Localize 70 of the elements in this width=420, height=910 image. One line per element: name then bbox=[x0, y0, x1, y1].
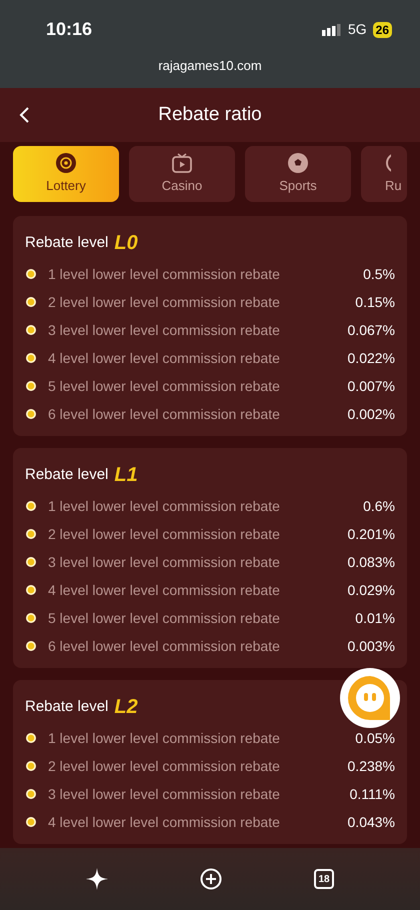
rebate-value: 0.05% bbox=[355, 728, 395, 748]
level-title: Rebate level bbox=[25, 464, 108, 485]
rebate-value: 0.022% bbox=[348, 348, 395, 368]
rebate-label: 6 level lower level commission rebate bbox=[48, 636, 280, 656]
bullet-icon bbox=[26, 557, 36, 567]
rebate-label: 4 level lower level commission rebate bbox=[48, 348, 280, 368]
category-tab[interactable]: Ru bbox=[361, 146, 407, 202]
bullet-icon bbox=[26, 613, 36, 623]
bullet-icon bbox=[26, 409, 36, 419]
rebate-value: 0.201% bbox=[348, 524, 395, 544]
sparkle-icon[interactable] bbox=[86, 868, 108, 890]
level-title: Rebate level bbox=[25, 696, 108, 717]
bullet-icon bbox=[26, 789, 36, 799]
rebate-value: 0.003% bbox=[348, 636, 395, 656]
bullet-icon bbox=[26, 325, 36, 335]
bullet-icon bbox=[26, 529, 36, 539]
rebate-value: 0.002% bbox=[348, 404, 395, 424]
bullet-icon bbox=[26, 381, 36, 391]
rebate-value: 0.067% bbox=[348, 320, 395, 340]
rebate-value: 0.111% bbox=[350, 784, 395, 804]
signal-icon bbox=[322, 24, 342, 36]
tabs-count-button[interactable]: 18 bbox=[314, 869, 334, 889]
soccer-ball-icon bbox=[287, 152, 309, 174]
bullet-icon bbox=[26, 761, 36, 771]
rebate-label: 3 level lower level commission rebate bbox=[48, 552, 280, 572]
rebate-value: 0.238% bbox=[348, 756, 395, 776]
rebate-label: 5 level lower level commission rebate bbox=[48, 376, 280, 396]
bullet-icon bbox=[26, 641, 36, 651]
url-text: rajagames10.com bbox=[158, 57, 262, 75]
rebate-label: 4 level lower level commission rebate bbox=[48, 580, 280, 600]
bullet-icon bbox=[26, 501, 36, 511]
rebate-label: 3 level lower level commission rebate bbox=[48, 320, 280, 340]
rebate-label: 2 level lower level commission rebate bbox=[48, 524, 280, 544]
rebate-value: 0.5% bbox=[363, 264, 395, 284]
bullet-icon bbox=[26, 585, 36, 595]
bullet-icon bbox=[26, 297, 36, 307]
bullet-icon bbox=[26, 353, 36, 363]
add-icon[interactable] bbox=[200, 868, 222, 890]
bullet-icon bbox=[26, 733, 36, 743]
status-time: 10:16 bbox=[46, 18, 92, 41]
tv-icon bbox=[171, 152, 193, 174]
rebate-value: 0.029% bbox=[348, 580, 395, 600]
bullet-icon bbox=[26, 269, 36, 279]
rebate-value: 0.043% bbox=[348, 812, 395, 832]
ball-icon bbox=[55, 152, 77, 174]
rebate-value: 0.007% bbox=[348, 376, 395, 396]
level-label: L2 bbox=[114, 695, 138, 720]
rebate-label: 6 level lower level commission rebate bbox=[48, 404, 280, 424]
rebate-label: 2 level lower level commission rebate bbox=[48, 756, 280, 776]
level-label: L1 bbox=[114, 463, 138, 488]
rebate-value: 0.6% bbox=[363, 496, 395, 516]
battery-indicator: 26 bbox=[372, 22, 392, 38]
bullet-icon bbox=[26, 817, 36, 827]
category-tab[interactable]: Casino bbox=[129, 146, 235, 202]
level-title: Rebate level bbox=[25, 232, 108, 253]
rebate-label: 3 level lower level commission rebate bbox=[48, 784, 280, 804]
rebate-label: 1 level lower level commission rebate bbox=[48, 264, 280, 284]
category-tab[interactable]: Sports bbox=[245, 146, 351, 202]
rebate-value: 0.01% bbox=[355, 608, 395, 628]
rebate-value: 0.15% bbox=[355, 292, 395, 312]
rebate-label: 5 level lower level commission rebate bbox=[48, 608, 280, 628]
category-tab[interactable]: Lottery bbox=[13, 146, 119, 202]
rebate-label: 1 level lower level commission rebate bbox=[48, 728, 280, 748]
page-title: Rebate ratio bbox=[158, 102, 262, 127]
level-label: L0 bbox=[114, 231, 138, 256]
rebate-label: 4 level lower level commission rebate bbox=[48, 812, 280, 832]
network-label: 5G bbox=[348, 20, 367, 39]
rebate-label: 1 level lower level commission rebate bbox=[48, 496, 280, 516]
rebate-value: 0.083% bbox=[348, 552, 395, 572]
rebate-label: 2 level lower level commission rebate bbox=[48, 292, 280, 312]
